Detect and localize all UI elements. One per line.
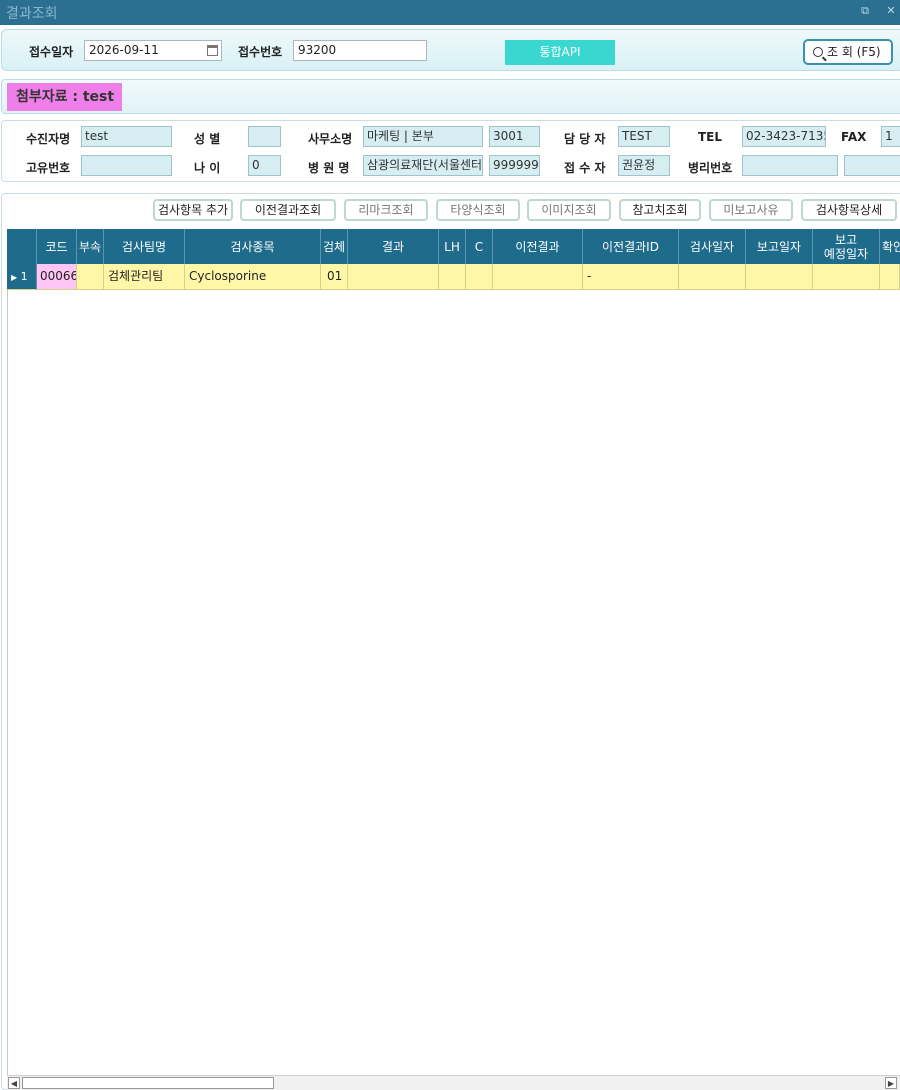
cell-confirm[interactable] (880, 264, 900, 290)
age-field: 0 (248, 155, 281, 176)
prev-result-button[interactable]: 이전결과조회 (240, 199, 336, 221)
cell-lh[interactable] (439, 264, 466, 290)
cell-specimen[interactable]: 01 (321, 264, 348, 290)
cell-c[interactable] (466, 264, 493, 290)
scroll-right-icon[interactable]: ▶ (885, 1077, 897, 1089)
patient-name-field: test (81, 126, 172, 147)
unreported-reason-button[interactable]: 미보고사유 (709, 199, 793, 221)
search-icon (813, 47, 823, 57)
calendar-icon[interactable] (207, 45, 218, 56)
table-row[interactable]: ▶ 1 00066 검체관리팀 Cyclosporine 01 - (7, 264, 900, 290)
col-test-date[interactable]: 검사일자 (679, 229, 746, 264)
window-title: 결과조회 (6, 6, 58, 22)
other-form-button[interactable]: 타양식조회 (436, 199, 520, 221)
cell-due-date[interactable] (813, 264, 880, 290)
add-test-button[interactable]: 검사항목 추가 (153, 199, 233, 221)
scrollbar-thumb[interactable] (22, 1077, 274, 1089)
office-code-field: 3001 (489, 126, 540, 147)
search-button[interactable]: 조 회 (F5) (803, 39, 893, 65)
grid-header: 코드 부속 검사팀명 검사종목 검체 결과 LH C 이전결과 이전결과ID 검… (7, 229, 900, 264)
receiver-field: 권윤정 (618, 155, 670, 176)
unique-no-label: 고유번호 (26, 161, 71, 175)
col-report-date[interactable]: 보고일자 (746, 229, 813, 264)
col-code[interactable]: 코드 (37, 229, 77, 264)
gender-field (248, 126, 281, 147)
manager-label: 담 당 자 (564, 132, 606, 146)
col-prev-result[interactable]: 이전결과 (493, 229, 583, 264)
col-specimen[interactable]: 검체 (321, 229, 348, 264)
restore-icon[interactable]: ⧉ (858, 4, 872, 18)
tel-field: 02-3423-7135 (742, 126, 826, 147)
title-bar: 결과조회 ⧉ ✕ (0, 0, 900, 25)
office-label: 사무소명 (308, 132, 353, 146)
chart-no-label: 병리번호 (688, 161, 733, 175)
horizontal-scrollbar[interactable]: ◀ ▶ (7, 1075, 900, 1090)
search-button-label: 조 회 (F5) (827, 45, 881, 59)
row-indicator-header (7, 229, 37, 264)
hospital-label: 병 원 명 (308, 161, 350, 175)
col-team[interactable]: 검사팀명 (104, 229, 185, 264)
remark-button[interactable]: 리마크조회 (344, 199, 428, 221)
col-c[interactable]: C (466, 229, 493, 264)
hospital-field: 삼광의료재단(서울센터) (363, 155, 483, 176)
patient-name-label: 수진자명 (26, 132, 71, 146)
col-prev-result-id[interactable]: 이전결과ID (583, 229, 679, 264)
col-test[interactable]: 검사종목 (185, 229, 321, 264)
row-pointer-icon: ▶ (11, 273, 18, 282)
gender-label: 성 별 (194, 132, 221, 146)
manager-field: TEST (618, 126, 670, 147)
cell-test-date[interactable] (679, 264, 746, 290)
col-confirm[interactable]: 확인 (880, 229, 900, 264)
chart-no-field (742, 155, 838, 176)
age-label: 나 이 (194, 161, 221, 175)
receipt-date-field[interactable]: 2026-09-11 (84, 40, 222, 61)
cell-sub[interactable] (77, 264, 104, 290)
close-icon[interactable]: ✕ (884, 4, 898, 18)
attachment-label[interactable]: 첨부자료 : test (7, 83, 122, 111)
row-indicator[interactable]: ▶ 1 (7, 264, 37, 290)
integrated-api-button[interactable]: 통합API (505, 40, 615, 65)
col-due-date[interactable]: 보고 예정일자 (813, 229, 880, 264)
receipt-no-label: 접수번호 (238, 45, 283, 59)
search-panel: 접수일자 2026-09-11 접수번호 93200 통합API 조 회 (F5… (1, 29, 900, 71)
scroll-left-icon[interactable]: ◀ (8, 1077, 20, 1089)
patient-info-panel: 수진자명 test 성 별 사무소명 마케팅 | 본부 3001 담 당 자 T… (1, 120, 900, 182)
image-button[interactable]: 이미지조회 (527, 199, 611, 221)
receipt-no-value: 93200 (298, 43, 337, 57)
row-index: 1 (20, 270, 28, 283)
office-field: 마케팅 | 본부 (363, 126, 483, 147)
col-lh[interactable]: LH (439, 229, 466, 264)
fax-label: FAX (841, 130, 867, 144)
cell-team[interactable]: 검체관리팀 (104, 264, 185, 290)
col-result[interactable]: 결과 (348, 229, 439, 264)
fax-field: 1 (881, 126, 900, 147)
cell-test[interactable]: Cyclosporine (185, 264, 321, 290)
receipt-no-field[interactable]: 93200 (293, 40, 427, 61)
attachment-panel: 첨부자료 : test (1, 79, 900, 114)
cell-prev-result-id[interactable]: - (583, 264, 679, 290)
hospital-code-field: 9999999 (489, 155, 540, 176)
cell-code[interactable]: 00066 (37, 264, 77, 290)
tel-label: TEL (698, 130, 723, 144)
cell-result[interactable] (348, 264, 439, 290)
unique-no-field (81, 155, 172, 176)
cell-report-date[interactable] (746, 264, 813, 290)
receipt-date-label: 접수일자 (29, 45, 74, 59)
reference-button[interactable]: 참고치조회 (619, 199, 701, 221)
grid-empty-area (7, 290, 900, 1075)
col-sub[interactable]: 부속 (77, 229, 104, 264)
chart-no-field-2 (844, 155, 900, 176)
receiver-label: 접 수 자 (564, 161, 606, 175)
receipt-date-value: 2026-09-11 (89, 43, 159, 57)
cell-prev-result[interactable] (493, 264, 583, 290)
test-detail-button[interactable]: 검사항목상세 (801, 199, 897, 221)
